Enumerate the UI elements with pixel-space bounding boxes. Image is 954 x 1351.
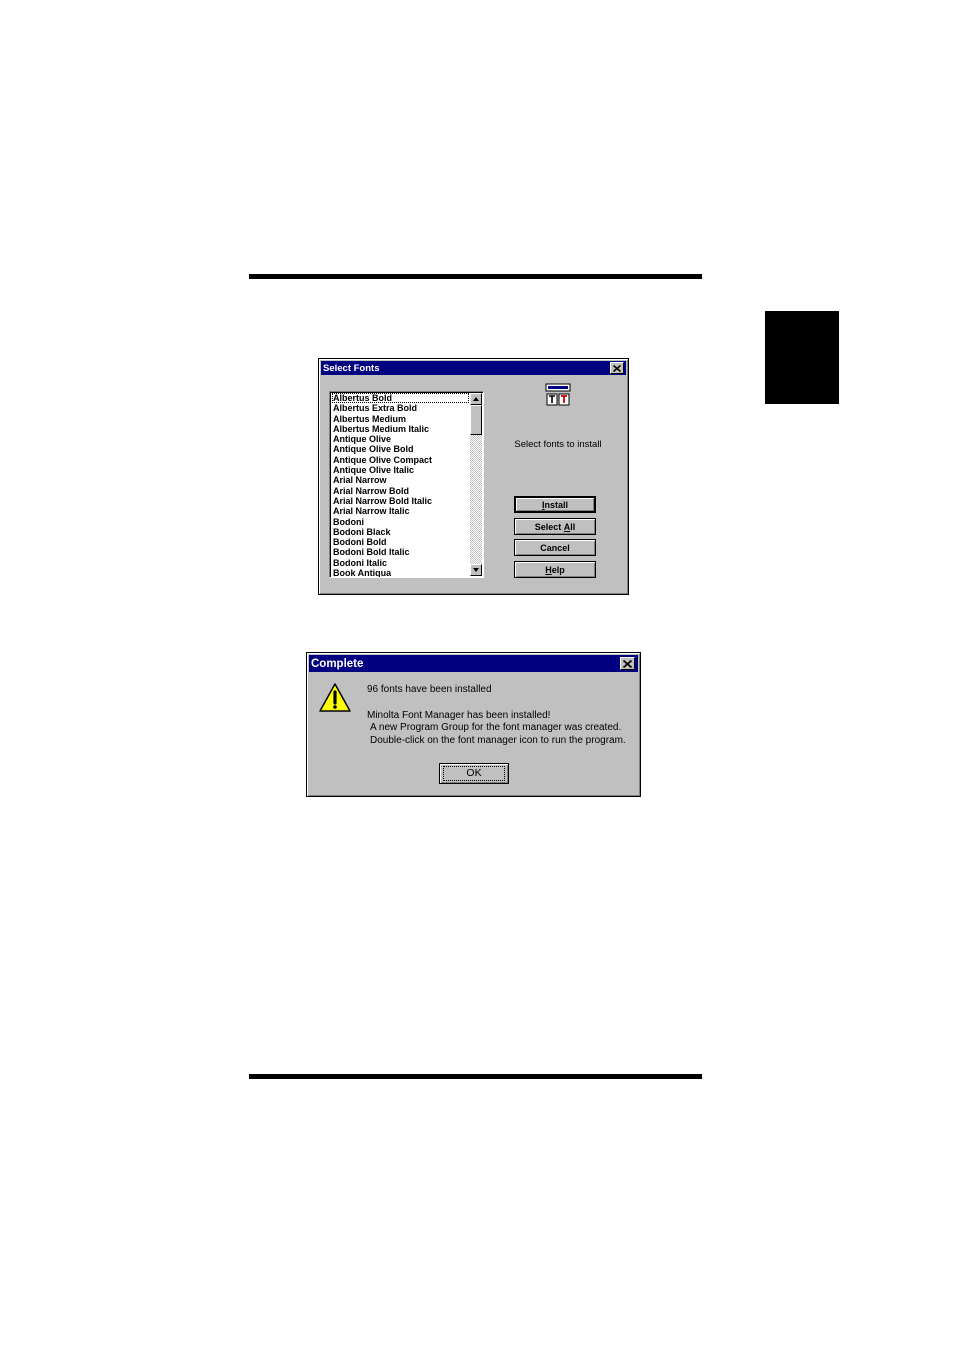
scroll-up-arrow-icon xyxy=(473,397,479,401)
font-list-item[interactable]: Antique Olive Compact xyxy=(332,455,469,465)
manager-installed-message: Minolta Font Manager has been installed! xyxy=(367,710,551,721)
cancel-label: Cancel xyxy=(540,542,570,553)
close-button[interactable] xyxy=(620,657,635,670)
font-list-item[interactable]: Bodoni xyxy=(332,517,469,527)
complete-titlebar[interactable]: Complete xyxy=(309,655,638,672)
select-all-button[interactable]: Select All xyxy=(514,518,596,535)
warning-icon xyxy=(319,683,351,712)
complete-dialog: Complete 96 fonts have been installed Mi… xyxy=(306,652,641,797)
cancel-button[interactable]: Cancel xyxy=(514,539,596,556)
font-list-item[interactable]: Bodoni Black xyxy=(332,527,469,537)
help-label-rest: elp xyxy=(551,564,565,575)
select-fonts-dialog: Select Fonts Albertus Bold Albertus Extra… xyxy=(318,358,629,595)
scroll-thumb[interactable] xyxy=(470,405,482,435)
font-list-item[interactable]: Bodoni Bold Italic xyxy=(332,547,469,557)
font-list-item[interactable]: Albertus Medium Italic xyxy=(332,424,469,434)
select-all-label-rest: ll xyxy=(570,521,576,532)
select-all-label-start: Select xyxy=(534,521,564,532)
select-fonts-titlebar[interactable]: Select Fonts xyxy=(321,361,626,375)
program-group-message: A new Program Group for the font manager… xyxy=(370,722,622,733)
font-list-item[interactable]: Arial Narrow Bold Italic xyxy=(332,496,469,506)
chapter-tab xyxy=(765,311,839,404)
close-button[interactable] xyxy=(610,362,624,374)
font-list-item[interactable]: Antique Olive xyxy=(332,434,469,444)
top-rule xyxy=(249,274,702,279)
scroll-up-button[interactable] xyxy=(470,393,482,405)
install-prompt: Select fonts to install xyxy=(514,439,602,450)
font-listbox[interactable]: Albertus Bold Albertus Extra Bold Albertus… xyxy=(329,391,484,578)
font-list[interactable]: Albertus Bold Albertus Extra Bold Albertus… xyxy=(332,393,469,577)
fonts-installed-message: 96 fonts have been installed xyxy=(367,684,492,695)
font-list-item[interactable]: Arial Narrow xyxy=(332,475,469,485)
close-icon xyxy=(623,659,632,668)
close-icon xyxy=(613,364,621,372)
font-list-item[interactable]: Albertus Extra Bold xyxy=(332,403,469,413)
ok-button[interactable]: OK xyxy=(439,763,509,784)
install-label-rest: nstall xyxy=(544,499,569,510)
run-instructions-message: Double-click on the font manager icon to… xyxy=(370,735,626,746)
ok-label: OK xyxy=(443,766,505,781)
dialog-title: Complete xyxy=(311,657,364,670)
font-list-item[interactable]: Bodoni Italic xyxy=(332,558,469,568)
help-button[interactable]: Help xyxy=(514,561,596,578)
font-list-item[interactable]: Albertus Bold xyxy=(332,393,469,404)
font-list-item[interactable]: Bodoni Bold xyxy=(332,537,469,547)
font-list-item[interactable]: Albertus Medium xyxy=(332,414,469,424)
scroll-down-button[interactable] xyxy=(470,564,482,576)
font-list-item[interactable]: Arial Narrow Italic xyxy=(332,506,469,516)
font-list-item[interactable]: Antique Olive Italic xyxy=(332,465,469,475)
font-list-item[interactable]: Antique Olive Bold xyxy=(332,444,469,454)
dialog-title: Select Fonts xyxy=(323,362,380,374)
font-manager-icon xyxy=(545,383,571,406)
bottom-rule xyxy=(249,1074,702,1079)
font-list-scrollbar[interactable] xyxy=(470,393,482,576)
font-list-item[interactable]: Book Antiqua xyxy=(332,568,469,577)
install-button[interactable]: Install xyxy=(514,496,596,513)
scroll-down-arrow-icon xyxy=(473,568,479,572)
font-list-item[interactable]: Arial Narrow Bold xyxy=(332,486,469,496)
